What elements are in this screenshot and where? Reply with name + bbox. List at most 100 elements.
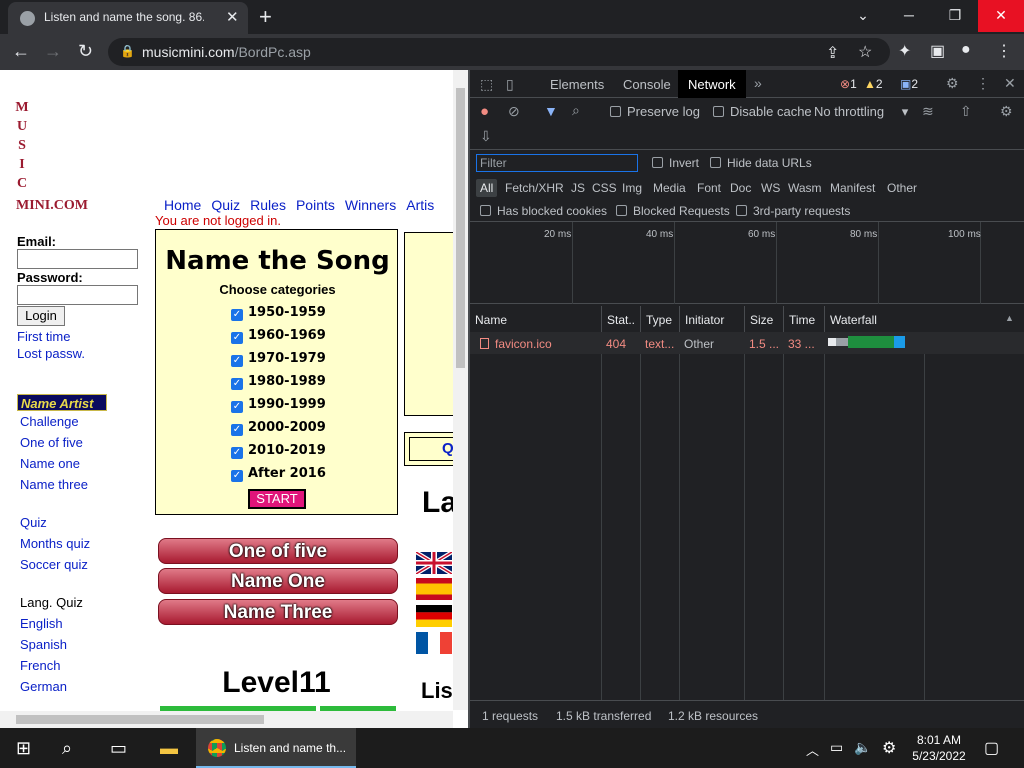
checkbox-icon[interactable] — [616, 205, 627, 216]
checkbox-icon[interactable] — [610, 106, 621, 117]
checkbox-checked-icon[interactable]: ✓ — [231, 424, 243, 436]
browser-tab[interactable]: Listen and name the song. 86.00 ✕ — [8, 2, 248, 34]
checkbox-checked-icon[interactable]: ✓ — [231, 470, 243, 482]
type-filter-media[interactable]: Media — [653, 181, 686, 195]
bookmark-star-icon[interactable]: ☆ — [858, 42, 872, 62]
artist-link-name-one[interactable]: Name one — [20, 456, 80, 471]
checkbox-checked-icon[interactable]: ✓ — [231, 378, 243, 390]
filter-input[interactable]: Filter — [476, 154, 638, 172]
notifications-icon[interactable]: ▢ — [984, 738, 999, 758]
extensions-icon[interactable]: ✦ — [898, 41, 911, 61]
checkbox-checked-icon[interactable]: ✓ — [231, 447, 243, 459]
type-filter-css[interactable]: CSS — [592, 181, 617, 195]
artist-link-one-of-five[interactable]: One of five — [20, 435, 83, 450]
tab-elements[interactable]: Elements — [550, 77, 604, 92]
profile-icon[interactable]: ● — [961, 41, 971, 59]
checkbox-icon[interactable] — [480, 205, 491, 216]
checkbox-checked-icon[interactable]: ✓ — [231, 309, 243, 321]
checkbox-icon[interactable] — [710, 157, 721, 168]
close-window-icon[interactable]: ✕ — [978, 0, 1024, 32]
login-button[interactable]: Login — [17, 306, 65, 326]
show-hidden-icons-icon[interactable]: ︿ — [806, 740, 819, 759]
network-conditions-icon[interactable]: ≋ — [922, 103, 934, 120]
type-filter-ws[interactable]: WS — [761, 181, 780, 195]
network-icon[interactable]: ▭ — [830, 739, 843, 756]
horizontal-scrollbar[interactable] — [0, 711, 453, 728]
system-clock[interactable]: 8:01 AM 5/23/2022 — [896, 732, 982, 764]
upload-icon[interactable]: ⇧ — [960, 103, 972, 120]
column-header-type[interactable]: Type — [640, 306, 678, 332]
restore-icon[interactable]: ❐ — [932, 0, 978, 32]
tab-search-icon[interactable]: ⌄ — [840, 0, 886, 32]
close-tab-icon[interactable]: ✕ — [226, 8, 239, 26]
back-icon[interactable]: ← — [12, 41, 30, 62]
column-header-time[interactable]: Time — [783, 306, 823, 332]
taskbar-chrome-app[interactable]: Listen and name th... — [196, 728, 356, 768]
nav-points[interactable]: Points — [296, 197, 335, 213]
vertical-scrollbar[interactable] — [453, 70, 468, 710]
preserve-log-checkbox[interactable]: Preserve log — [610, 104, 700, 119]
checkbox-icon[interactable] — [736, 205, 747, 216]
inspect-element-icon[interactable]: ⬚ — [480, 76, 493, 93]
start-button[interactable]: START — [248, 489, 306, 509]
type-filter-all[interactable]: All — [476, 179, 498, 197]
network-overview-timeline[interactable]: 20 ms 40 ms 60 ms 80 ms 100 ms — [470, 222, 1024, 304]
nav-home[interactable]: Home — [164, 197, 201, 213]
artist-link-name-three[interactable]: Name three — [20, 477, 88, 492]
type-filter-manifest[interactable]: Manifest — [830, 181, 875, 195]
nav-winners[interactable]: Winners — [345, 197, 396, 213]
blocked-cookies-checkbox[interactable]: Has blocked cookies — [480, 204, 607, 218]
omnibox[interactable]: 🔒 musicmini.com/BordPc.asp ⇪ ☆ — [108, 38, 890, 66]
password-field[interactable] — [17, 285, 138, 305]
category-checkbox[interactable]: ✓ 1980-1989 — [231, 374, 326, 390]
category-checkbox[interactable]: ✓ 2000-2009 — [231, 420, 326, 436]
email-field[interactable] — [17, 249, 138, 269]
request-name[interactable]: favicon.ico — [480, 337, 552, 351]
search-icon[interactable]: ⌕ — [572, 102, 580, 119]
type-filter-font[interactable]: Font — [697, 181, 721, 195]
category-checkbox[interactable]: ✓ 1960-1969 — [231, 328, 326, 344]
volume-icon[interactable]: 🔈 — [854, 739, 871, 756]
name-artist-banner[interactable]: Name Artist — [17, 394, 107, 411]
site-logo-text[interactable]: MINI.COM — [16, 198, 88, 214]
task-view-icon[interactable]: ▭ — [110, 738, 127, 759]
type-filter-fetch-xhr[interactable]: Fetch/XHR — [505, 181, 564, 195]
nav-artist[interactable]: Artis — [406, 197, 434, 213]
third-party-checkbox[interactable]: 3rd-party requests — [736, 204, 850, 218]
nav-quiz[interactable]: Quiz — [211, 197, 240, 213]
category-checkbox[interactable]: ✓ 1990-1999 — [231, 397, 326, 413]
type-filter-other[interactable]: Other — [887, 181, 917, 195]
germany-flag-icon[interactable] — [416, 605, 452, 627]
lang-link-spanish[interactable]: Spanish — [20, 637, 67, 652]
checkbox-checked-icon[interactable]: ✓ — [231, 401, 243, 413]
hide-data-urls-checkbox[interactable]: Hide data URLs — [710, 156, 812, 170]
close-devtools-icon[interactable]: ✕ — [1004, 75, 1016, 92]
vertical-scroll-thumb[interactable] — [456, 88, 465, 368]
tab-network[interactable]: Network — [678, 70, 746, 98]
one-of-five-button[interactable]: One of five — [158, 538, 398, 564]
column-header-initiator[interactable]: Initiator — [679, 306, 743, 332]
site-logo-vertical[interactable]: M U S I C — [14, 98, 30, 193]
horizontal-scroll-thumb[interactable] — [16, 715, 264, 724]
quiz-link[interactable]: Quiz — [20, 515, 47, 530]
forward-icon[interactable]: → — [44, 41, 62, 62]
checkbox-icon[interactable] — [713, 106, 724, 117]
reload-icon[interactable]: ↻ — [78, 41, 93, 62]
warning-badge[interactable]: ▲2 — [864, 77, 883, 91]
menu-icon[interactable]: ⋮ — [996, 41, 1012, 61]
invert-checkbox[interactable]: Invert — [652, 156, 699, 170]
device-toolbar-icon[interactable]: ▯ — [506, 76, 514, 93]
share-icon[interactable]: ⇪ — [826, 43, 839, 63]
type-filter-img[interactable]: Img — [622, 181, 642, 195]
blocked-requests-checkbox[interactable]: Blocked Requests — [616, 204, 730, 218]
category-checkbox[interactable]: ✓ 2010-2019 — [231, 443, 326, 459]
info-badge[interactable]: ▣2 — [900, 77, 918, 91]
filter-icon[interactable]: ▼ — [544, 103, 558, 119]
type-filter-js[interactable]: JS — [571, 181, 585, 195]
column-header-name[interactable]: Name — [470, 306, 600, 332]
tab-console[interactable]: Console — [623, 77, 671, 92]
nav-rules[interactable]: Rules — [250, 197, 286, 213]
name-one-button[interactable]: Name One — [158, 568, 398, 594]
soccer-quiz-link[interactable]: Soccer quiz — [20, 557, 88, 572]
checkbox-checked-icon[interactable]: ✓ — [231, 355, 243, 367]
